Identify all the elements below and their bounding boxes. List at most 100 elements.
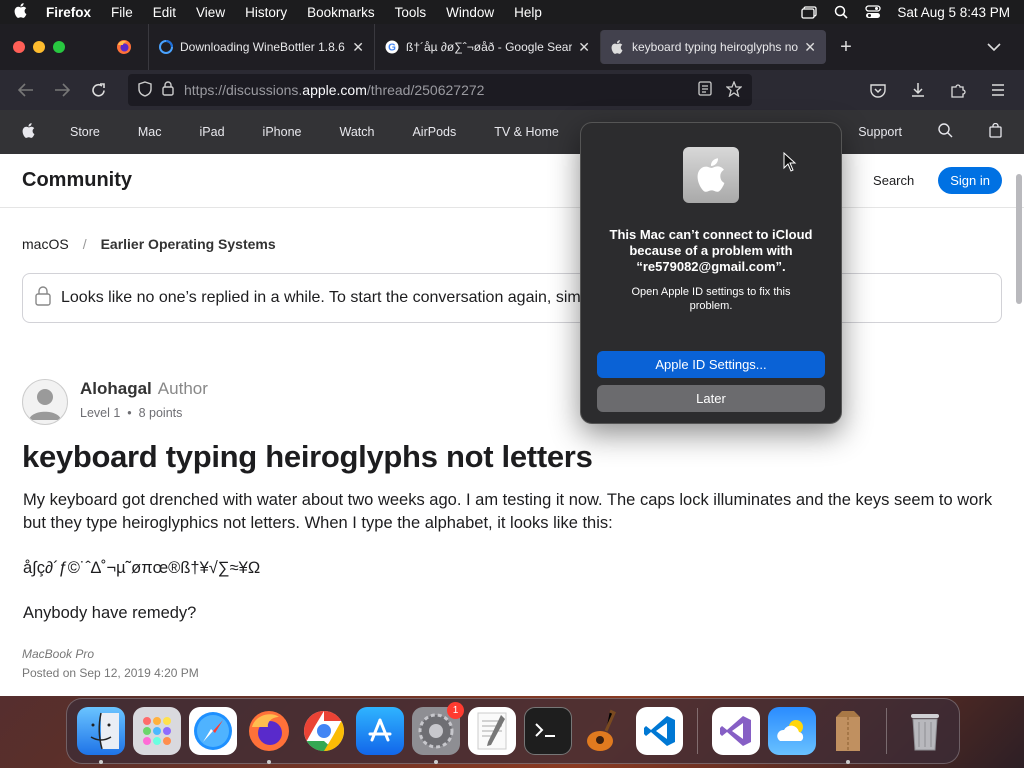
menu-bar: Firefox File Edit View History Bookmarks…: [0, 0, 1024, 24]
community-search-link[interactable]: Search: [873, 173, 914, 188]
tracking-protection-shield-icon[interactable]: [138, 80, 152, 100]
apple-menu-icon[interactable]: [14, 2, 28, 22]
nav-support[interactable]: Support: [858, 125, 902, 139]
nav-mac[interactable]: Mac: [138, 125, 162, 139]
menu-tools[interactable]: Tools: [395, 5, 427, 20]
notification-badge: 1: [447, 702, 465, 719]
shopping-bag-icon[interactable]: [989, 122, 1002, 141]
close-window-button[interactable]: [13, 41, 25, 53]
tab-google-search[interactable]: G ß†´åµ ∂ø∑ˆ¬øåð - Google Sear ✕: [374, 24, 600, 70]
apple-id-icon: [683, 147, 739, 203]
breadcrumb-separator: /: [82, 236, 87, 252]
winebottler-favicon-icon: [159, 40, 173, 54]
firefox-icon[interactable]: [245, 707, 293, 764]
menu-bookmarks[interactable]: Bookmarks: [307, 5, 375, 20]
system-settings-icon[interactable]: 1: [412, 702, 465, 764]
app-name-menu[interactable]: Firefox: [46, 5, 91, 20]
community-title[interactable]: Community: [22, 169, 132, 192]
menu-file[interactable]: File: [111, 5, 133, 20]
new-tab-button[interactable]: +: [826, 24, 866, 70]
author-points: 8 points: [138, 406, 183, 420]
nav-airpods[interactable]: AirPods: [412, 125, 456, 139]
url-text[interactable]: https://discussions.apple.com/thread/250…: [184, 82, 698, 98]
sign-in-button[interactable]: Sign in: [938, 167, 1002, 194]
close-tab-icon[interactable]: ✕: [804, 39, 816, 56]
url-bar[interactable]: https://discussions.apple.com/thread/250…: [128, 74, 752, 106]
launchpad-icon[interactable]: [132, 707, 181, 755]
avatar[interactable]: [22, 379, 68, 425]
list-all-tabs-chevron-icon[interactable]: [964, 24, 1024, 70]
running-indicator: [266, 760, 271, 764]
breadcrumb-macos[interactable]: macOS: [22, 236, 69, 252]
menu-history[interactable]: History: [245, 5, 287, 20]
author-meta: Level 1 • 8 points: [80, 406, 183, 420]
author-level[interactable]: Level 1: [80, 406, 120, 420]
tab-winebottler[interactable]: Downloading WineBottler 1.8.6 | ✕: [148, 24, 374, 70]
padlock-icon[interactable]: [162, 81, 174, 99]
apple-id-settings-button[interactable]: Apple ID Settings...: [597, 351, 825, 378]
menu-view[interactable]: View: [196, 5, 225, 20]
breadcrumb-current[interactable]: Earlier Operating Systems: [101, 236, 276, 252]
running-indicator: [99, 760, 103, 764]
clock[interactable]: Sat Aug 5 8:43 PM: [897, 5, 1010, 20]
chrome-icon[interactable]: [300, 707, 348, 755]
alert-message: Open Apple ID settings to fix this probl…: [631, 286, 791, 312]
back-arrow-icon[interactable]: [8, 75, 44, 105]
vscode-icon[interactable]: [635, 707, 684, 755]
tab-apple-discussions[interactable]: keyboard typing heiroglyphs not ✕: [600, 30, 826, 64]
forward-arrow-icon[interactable]: [44, 75, 80, 105]
archive-utility-icon[interactable]: [824, 707, 872, 764]
dock-separator: [697, 708, 699, 754]
firefox-view-tab[interactable]: [100, 24, 148, 70]
control-center-icon[interactable]: [865, 5, 882, 19]
page-scrollbar[interactable]: [1016, 174, 1022, 304]
nav-tv-home[interactable]: TV & Home: [494, 125, 559, 139]
mouse-pointer-icon: [783, 151, 797, 177]
post-paragraph: Anybody have remedy?: [23, 604, 197, 622]
tab-title: Downloading WineBottler 1.8.6 |: [180, 40, 347, 54]
author-name[interactable]: Alohagal: [80, 379, 152, 398]
pocket-icon[interactable]: [860, 75, 896, 105]
dock: 1: [66, 698, 960, 764]
nav-watch[interactable]: Watch: [339, 125, 374, 139]
terminal-icon[interactable]: [523, 707, 572, 755]
nav-iphone[interactable]: iPhone: [263, 125, 302, 139]
close-tab-icon[interactable]: ✕: [352, 39, 364, 56]
reload-icon[interactable]: [80, 75, 116, 105]
textedit-icon[interactable]: [468, 707, 516, 755]
apple-logo-icon[interactable]: [22, 123, 36, 141]
alert-title: This Mac can’t connect to iCloud because…: [609, 227, 813, 274]
apple-global-nav: Store Mac iPad iPhone Watch AirPods TV &…: [0, 110, 1024, 154]
trash-icon[interactable]: [901, 707, 949, 755]
nav-ipad[interactable]: iPad: [200, 125, 225, 139]
extensions-puzzle-icon[interactable]: [940, 75, 976, 105]
finder-icon[interactable]: [77, 707, 125, 764]
later-button[interactable]: Later: [597, 385, 825, 412]
search-icon[interactable]: [938, 123, 953, 141]
weather-icon[interactable]: [768, 707, 817, 755]
visual-studio-icon[interactable]: [712, 707, 761, 755]
downloads-icon[interactable]: [900, 75, 936, 105]
spotlight-search-icon[interactable]: [833, 5, 849, 19]
running-indicator: [846, 760, 851, 764]
post-paragraph: My keyboard got drenched with water abou…: [23, 491, 993, 532]
hamburger-menu-icon[interactable]: [980, 75, 1016, 105]
window-controls: [0, 24, 100, 70]
menu-window[interactable]: Window: [446, 5, 494, 20]
lock-icon: [35, 285, 51, 311]
bookmark-star-icon[interactable]: [725, 79, 743, 100]
app-store-icon[interactable]: [356, 707, 405, 755]
firefox-window: Downloading WineBottler 1.8.6 | ✕ G ß†´å…: [0, 24, 1024, 696]
zoom-window-button[interactable]: [53, 41, 65, 53]
safari-icon[interactable]: [188, 707, 237, 755]
icloud-alert-dialog: This Mac can’t connect to iCloud because…: [580, 122, 842, 424]
reader-view-icon[interactable]: [698, 81, 712, 99]
close-tab-icon[interactable]: ✕: [578, 39, 590, 56]
garageband-icon[interactable]: [580, 707, 628, 755]
dock-separator: [886, 708, 888, 754]
stage-manager-icon[interactable]: [801, 5, 818, 19]
nav-store[interactable]: Store: [70, 125, 100, 139]
menu-edit[interactable]: Edit: [153, 5, 176, 20]
menu-help[interactable]: Help: [514, 5, 542, 20]
minimize-window-button[interactable]: [33, 41, 45, 53]
